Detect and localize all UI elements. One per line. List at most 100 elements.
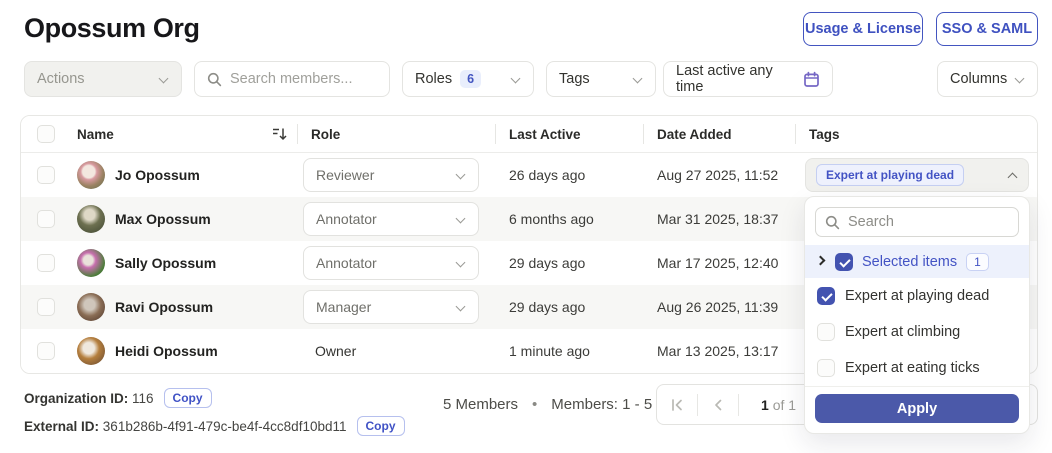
divider <box>738 393 739 416</box>
member-name: Ravi Opossum <box>115 299 214 315</box>
avatar <box>77 337 105 365</box>
row-checkbox[interactable] <box>37 298 55 316</box>
last-active-value: 1 minute ago <box>509 343 590 359</box>
last-active-value: 6 months ago <box>509 211 594 227</box>
tag-option-label: Expert at climbing <box>845 324 961 340</box>
chevron-up-icon <box>1008 170 1018 180</box>
member-name: Sally Opossum <box>115 255 217 271</box>
sso-saml-button[interactable]: SSO & SAML <box>936 12 1038 46</box>
columns-dropdown[interactable]: Columns <box>937 61 1038 97</box>
actions-dropdown[interactable]: Actions <box>24 61 182 97</box>
member-name: Heidi Opossum <box>115 343 218 359</box>
row-checkbox[interactable] <box>37 166 55 184</box>
tag-option[interactable]: Expert at playing dead <box>805 278 1029 314</box>
page-title: Opossum Org <box>24 13 200 43</box>
chevron-down-icon <box>511 74 521 84</box>
role-value: Annotator <box>316 211 377 227</box>
roles-label: Roles <box>415 71 453 87</box>
tags-search-input[interactable] <box>848 214 998 230</box>
tag-option-label: Expert at playing dead <box>845 288 990 304</box>
tag-option-checkbox[interactable] <box>817 323 835 341</box>
members-range: Members: 1 - 5 <box>551 396 653 413</box>
tag-option[interactable]: Expert at climbing <box>805 314 1029 350</box>
column-header-role: Role <box>311 126 341 142</box>
tags-label: Tags <box>559 71 590 87</box>
role-value: Annotator <box>316 255 377 271</box>
tag-pill: Expert at playing dead <box>816 164 965 186</box>
sso-saml-label: SSO & SAML <box>941 21 1033 37</box>
date-added-value: Aug 27 2025, 11:52 <box>657 167 779 183</box>
calendar-icon <box>803 71 820 88</box>
column-header-tags: Tags <box>809 126 840 142</box>
search-icon <box>207 72 222 87</box>
tags-filter-dropdown[interactable]: Tags <box>546 61 656 97</box>
tag-option-checkbox[interactable] <box>817 287 835 305</box>
select-all-checkbox[interactable] <box>37 125 55 143</box>
tag-option-checkbox[interactable] <box>817 359 835 377</box>
expand-icon[interactable] <box>817 257 826 266</box>
selected-items-group[interactable]: Selected items 1 <box>805 245 1029 278</box>
role-select[interactable]: Annotator <box>303 246 479 280</box>
avatar <box>77 205 105 233</box>
members-page: Opossum Org Usage & License SSO & SAML A… <box>0 0 1052 453</box>
dot-separator: • <box>532 396 538 413</box>
search-members-box[interactable] <box>194 61 390 97</box>
tags-dropdown-panel: Selected items 1 Expert at playing dead … <box>804 196 1030 434</box>
members-total: 5 Members <box>443 396 519 413</box>
last-active-value: 26 days ago <box>509 167 586 183</box>
first-page-button[interactable] <box>657 385 697 424</box>
chevron-down-icon <box>456 302 466 312</box>
org-id-value: 116 <box>132 390 154 406</box>
role-value: Manager <box>316 299 372 315</box>
row-checkbox[interactable] <box>37 210 55 228</box>
column-header-name: Name <box>77 126 114 142</box>
page-of: of 1 <box>772 396 797 413</box>
member-name: Max Opossum <box>115 211 211 227</box>
selected-items-checkbox[interactable] <box>835 252 853 271</box>
last-active-label: Last active any time <box>676 63 773 95</box>
chevron-down-icon <box>159 74 169 84</box>
usage-license-label: Usage & License <box>804 21 922 37</box>
role-value: Owner <box>315 343 357 359</box>
selected-count-badge: 1 <box>966 252 989 271</box>
avatar <box>77 249 105 277</box>
chevron-down-icon <box>633 74 643 84</box>
role-select[interactable]: Annotator <box>303 202 479 236</box>
tags-select-open[interactable]: Expert at playing dead <box>805 158 1029 192</box>
selected-items-label: Selected items <box>862 253 958 270</box>
last-active-filter[interactable]: Last active any time <box>663 61 833 97</box>
copy-org-id-button[interactable]: Copy <box>163 388 212 408</box>
page-current: 1 <box>761 396 769 413</box>
external-id-value: 361b286b-4f91-479c-be4f-4cc8df10bd11 <box>102 418 347 434</box>
row-checkbox[interactable] <box>37 254 55 272</box>
avatar <box>77 293 105 321</box>
apply-button[interactable]: Apply <box>815 394 1019 423</box>
table-header-row: Name Role Last Active Date Added Tags <box>21 116 1037 153</box>
row-checkbox[interactable] <box>37 342 55 360</box>
search-icon <box>825 215 840 230</box>
sort-icon[interactable] <box>272 127 289 141</box>
copy-external-id-button[interactable]: Copy <box>356 416 405 436</box>
external-id-row: External ID: 361b286b-4f91-479c-be4f-4cc… <box>24 416 405 436</box>
dropdown-footer: Apply <box>805 386 1029 433</box>
chevron-down-icon <box>1015 74 1025 84</box>
previous-page-button[interactable] <box>698 385 738 424</box>
role-select[interactable]: Manager <box>303 290 479 324</box>
table-row: Jo Opossum Reviewer 26 days ago Aug 27 2… <box>21 153 1037 197</box>
avatar <box>77 161 105 189</box>
search-members-input[interactable] <box>230 71 370 87</box>
roles-count-badge: 6 <box>460 70 482 88</box>
actions-label: Actions <box>37 71 85 87</box>
external-id-label: External ID: <box>24 418 100 434</box>
roles-filter-dropdown[interactable]: Roles 6 <box>402 61 534 97</box>
org-id-label: Organization ID: <box>24 390 129 406</box>
tag-option-label: Expert at eating ticks <box>845 360 980 376</box>
tag-option[interactable]: Expert at eating ticks <box>805 350 1029 386</box>
column-header-date-added: Date Added <box>657 126 732 142</box>
date-added-value: Aug 26 2025, 11:39 <box>657 299 779 315</box>
chevron-down-icon <box>456 214 466 224</box>
date-added-value: Mar 13 2025, 13:17 <box>657 343 779 359</box>
tags-search-box[interactable] <box>815 207 1019 237</box>
usage-license-button[interactable]: Usage & License <box>803 12 923 46</box>
role-select[interactable]: Reviewer <box>303 158 479 192</box>
